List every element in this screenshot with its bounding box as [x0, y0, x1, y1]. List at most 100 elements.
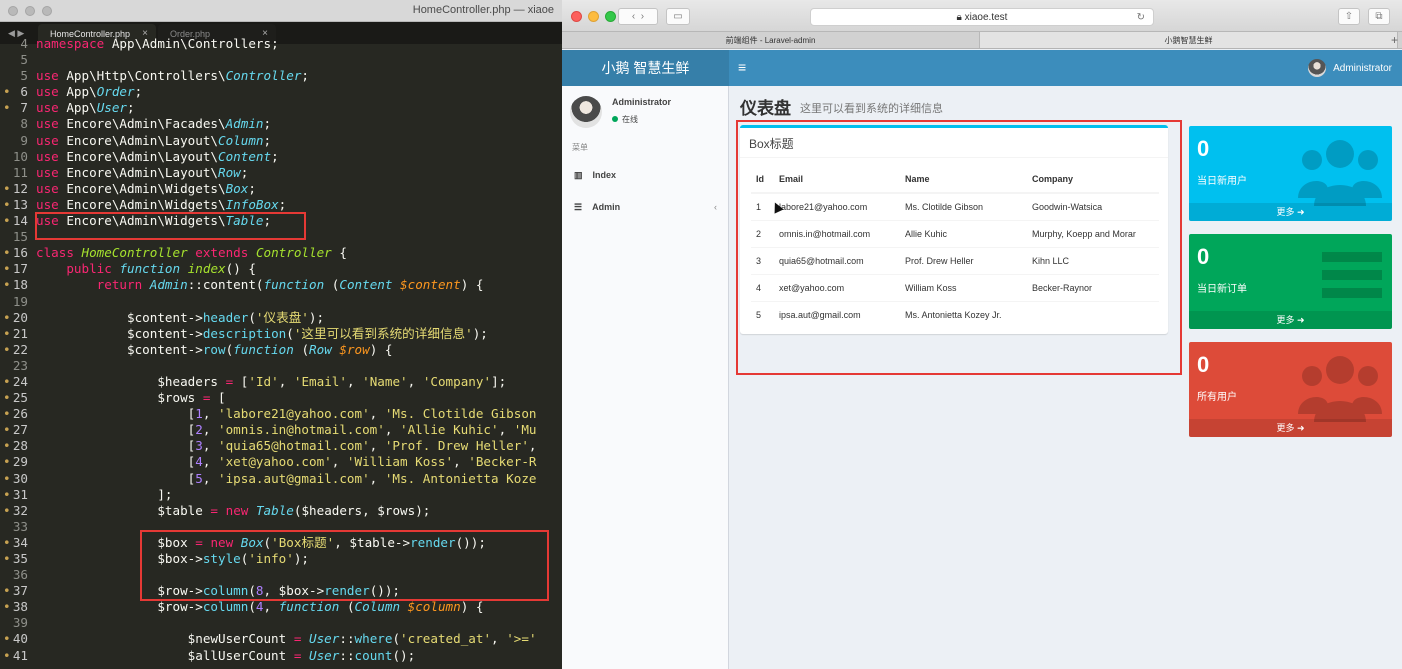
- code-editor-window: HomeController.php — xiaoe ◀ ▶ HomeContr…: [0, 0, 562, 669]
- code-line[interactable]: 22 • $content->row(function (Row $row) {: [0, 342, 562, 358]
- sidebar-item-admin[interactable]: ☰ Admin ‹: [562, 194, 729, 220]
- table-cell: 5: [751, 300, 774, 328]
- table-row: 5 ipsa.aut@gmail.com Ms. Antonietta Kozey …: [751, 300, 1159, 328]
- code-line[interactable]: 9 use Encore\Admin\Layout\Column;: [0, 133, 562, 149]
- page-title: 仪表盘: [740, 99, 791, 118]
- code-line[interactable]: 7 • use App\User;: [0, 100, 562, 116]
- page-description: 这里可以看到系统的详细信息: [800, 103, 943, 115]
- code-text: use App\Order;: [36, 84, 143, 100]
- app-logo[interactable]: 小鹅 智慧生鲜: [562, 50, 729, 86]
- code-line[interactable]: 34 • $box = new Box('Box标题', $table->rend…: [0, 535, 562, 551]
- code-line[interactable]: 15: [0, 229, 562, 245]
- code-text: namespace App\Admin\Controllers;: [36, 36, 279, 51]
- modified-marker-icon: •: [3, 390, 11, 406]
- code-line[interactable]: 41 • $allUserCount = User::count();: [0, 648, 562, 664]
- code-line[interactable]: 23: [0, 358, 562, 374]
- code-line[interactable]: 14 • use Encore\Admin\Widgets\Table;: [0, 213, 562, 229]
- modified-marker-icon: •: [3, 309, 11, 325]
- code-line[interactable]: 40 • $newUserCount = User::where('created…: [0, 631, 562, 647]
- code-line[interactable]: 36: [0, 567, 562, 583]
- sidebar-toggle-icon[interactable]: ▭: [666, 8, 690, 25]
- code-line[interactable]: 27 • [2, 'omnis.in@hotmail.com', 'Allie K…: [0, 422, 562, 438]
- main-content: 仪表盘 这里可以看到系统的详细信息 Box标题 Id Email Name Co…: [730, 86, 1402, 669]
- modified-marker-icon: •: [3, 196, 11, 212]
- user-menu[interactable]: Administrator: [1308, 50, 1392, 86]
- code-text: use Encore\Admin\Widgets\Table;: [36, 213, 272, 229]
- table-cell: Ms. Clotilde Gibson: [900, 192, 1027, 220]
- code-line[interactable]: 12 • use Encore\Admin\Widgets\Box;: [0, 181, 562, 197]
- online-dot-icon: [612, 116, 618, 122]
- sidebar-user-name: Administrator: [612, 97, 672, 107]
- code-area[interactable]: 4 namespace App\Admin\Controllers; 5 5 use A…: [0, 36, 562, 664]
- code-line[interactable]: 11 use Encore\Admin\Layout\Row;: [0, 165, 562, 181]
- editor-window-controls[interactable]: [8, 6, 52, 16]
- code-line[interactable]: 19: [0, 294, 562, 310]
- avatar: [570, 96, 602, 128]
- header-user-name: Administrator: [1333, 62, 1392, 74]
- code-text: $table = new Table($headers, $rows);: [157, 502, 431, 518]
- code-text: $content->header('仪表盘');: [127, 309, 325, 325]
- modified-marker-icon: •: [3, 277, 11, 293]
- back-forward-buttons[interactable]: ‹ ›: [618, 8, 658, 25]
- sidebar-item-label: Index: [592, 170, 617, 180]
- code-text: [4, 'xet@yahoo.com', 'William Koss', 'Be…: [187, 454, 537, 470]
- code-line[interactable]: 21 • $content->description('这里可以看到系统的详细信息…: [0, 326, 562, 342]
- code-line[interactable]: 6 • use App\Order;: [0, 84, 562, 100]
- more-link[interactable]: 更多 ➜: [1189, 419, 1392, 437]
- code-line[interactable]: 25 • $rows = [: [0, 390, 562, 406]
- code-text: public function index() {: [66, 261, 256, 277]
- code-line[interactable]: 10 use Encore\Admin\Layout\Content;: [0, 149, 562, 165]
- code-line[interactable]: 29 • [4, 'xet@yahoo.com', 'William Koss',…: [0, 454, 562, 470]
- code-line[interactable]: 18 • return Admin::content(function (Cont…: [0, 277, 562, 293]
- new-tab-button[interactable]: +: [1391, 32, 1398, 48]
- code-line[interactable]: 39: [0, 615, 562, 631]
- code-line[interactable]: 38 • $row->column(4, function (Column $co…: [0, 599, 562, 615]
- line-number: 8: [20, 116, 28, 132]
- more-link[interactable]: 更多 ➜: [1189, 311, 1392, 329]
- code-line[interactable]: 37 • $row->column(8, $box->render());: [0, 583, 562, 599]
- code-line[interactable]: 5: [0, 52, 562, 68]
- modified-marker-icon: •: [3, 341, 11, 357]
- code-line[interactable]: 20 • $content->header('仪表盘');: [0, 310, 562, 326]
- stat-label: 所有用户: [1197, 392, 1237, 403]
- address-bar[interactable]: 🔒︎ xiaoe.test ↻: [810, 8, 1154, 26]
- reload-icon[interactable]: ↻: [1137, 9, 1145, 26]
- code-line[interactable]: 5 use App\Http\Controllers\Controller;: [0, 68, 562, 84]
- line-number: 19: [12, 293, 28, 309]
- stat-count: 0: [1197, 244, 1210, 269]
- code-line[interactable]: 30 • [5, 'ipsa.aut@gmail.com', 'Ms. Anton…: [0, 471, 562, 487]
- more-link[interactable]: 更多 ➜: [1189, 203, 1392, 221]
- code-line[interactable]: 13 • use Encore\Admin\Widgets\InfoBox;: [0, 197, 562, 213]
- browser-window-controls[interactable]: [571, 11, 616, 22]
- code-line[interactable]: 24 • $headers = ['Id', 'Email', 'Name', '…: [0, 374, 562, 390]
- code-line[interactable]: 26 • [1, 'labore21@yahoo.com', 'Ms. Cloti…: [0, 406, 562, 422]
- code-line[interactable]: 4 namespace App\Admin\Controllers;: [0, 36, 562, 52]
- table-cell: William Koss: [900, 273, 1027, 301]
- line-number: 9: [20, 132, 28, 148]
- code-line[interactable]: 33: [0, 519, 562, 535]
- code-text: use Encore\Admin\Layout\Content;: [36, 148, 279, 164]
- sidebar-item-index[interactable]: ▥ Index: [562, 162, 729, 188]
- users-icon: [1298, 356, 1382, 422]
- code-line[interactable]: 28 • [3, 'quia65@hotmail.com', 'Prof. Dre…: [0, 438, 562, 454]
- code-line[interactable]: 17 • public function index() {: [0, 261, 562, 277]
- hamburger-menu-icon[interactable]: ≡: [738, 50, 746, 84]
- code-line[interactable]: 32 • $table = new Table($headers, $rows);: [0, 503, 562, 519]
- modified-marker-icon: •: [3, 583, 11, 599]
- online-status: 在线: [612, 114, 638, 125]
- code-line[interactable]: 16 • class HomeController extends Controll…: [0, 245, 562, 261]
- chevron-left-icon[interactable]: ‹: [714, 194, 717, 220]
- code-text: $row->column(8, $box->render());: [157, 583, 401, 599]
- share-icon[interactable]: ⇧: [1338, 8, 1360, 25]
- browser-tab-laravel-admin[interactable]: 前端组件 - Laravel-admin: [562, 32, 980, 48]
- code-line[interactable]: 35 • $box->style('info');: [0, 551, 562, 567]
- modified-marker-icon: •: [3, 631, 11, 647]
- line-number: 10: [12, 148, 28, 164]
- code-line[interactable]: 8 use Encore\Admin\Facades\Admin;: [0, 116, 562, 132]
- code-line[interactable]: 31 • ];: [0, 487, 562, 503]
- line-number: 39: [12, 615, 28, 631]
- code-text: use Encore\Admin\Layout\Row;: [36, 164, 249, 180]
- tabs-overview-icon[interactable]: ⧉: [1368, 8, 1390, 25]
- browser-tab-xiaoe[interactable]: 小鹅智慧生鲜: [980, 32, 1398, 48]
- table-row: 1 labore21@yahoo.com Ms. Clotilde Gibson Go…: [751, 192, 1159, 220]
